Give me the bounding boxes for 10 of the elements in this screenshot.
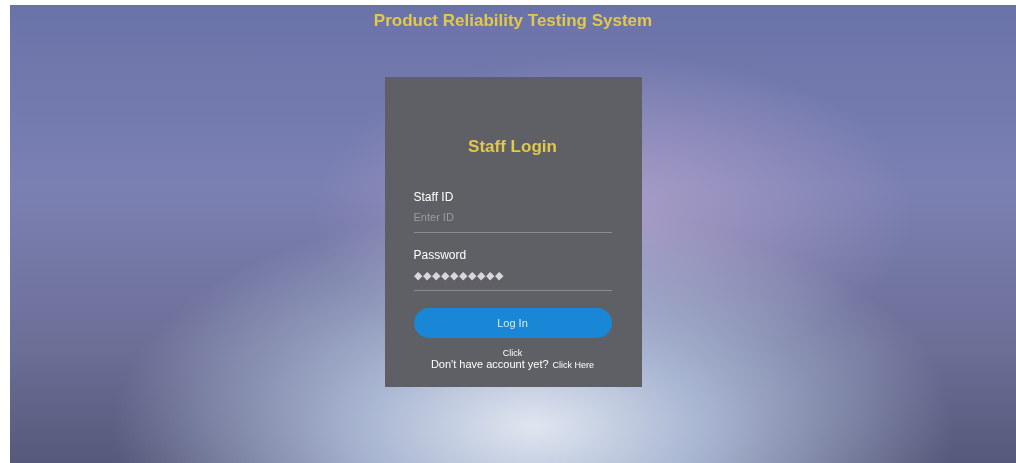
input-field[interactable]: Enter ID: [413, 204, 612, 233]
field-label: Staff ID: [413, 190, 455, 204]
login-button[interactable]: Log In: [413, 308, 612, 338]
signup-prompt: Don't have account yet?: [430, 358, 549, 370]
signup-link[interactable]: Click Here: [552, 360, 595, 370]
login-title: Staff Login: [467, 137, 558, 157]
click-note: Click: [501, 348, 524, 358]
password-field[interactable]: ◆◆◆◆◆◆◆◆◆◆: [413, 262, 612, 291]
page-title: Product Reliability Testing System: [373, 11, 653, 31]
field-label: Password: [413, 248, 468, 262]
